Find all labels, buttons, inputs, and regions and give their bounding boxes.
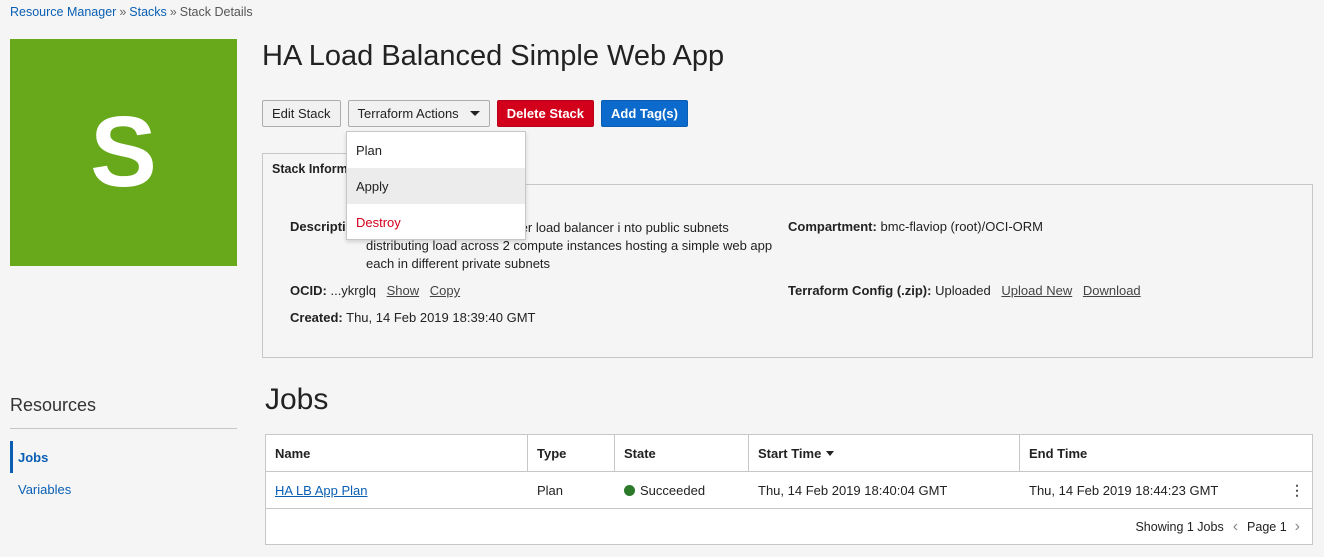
add-tags-label: Add Tag(s) — [611, 106, 678, 121]
page-title: HA Load Balanced Simple Web App — [262, 40, 725, 72]
resources-heading: Resources — [10, 395, 97, 415]
column-header-type[interactable]: Type — [528, 435, 615, 471]
column-header-name[interactable]: Name — [266, 435, 528, 471]
job-name-link[interactable]: HA LB App Plan — [275, 483, 368, 498]
job-state-value: Succeeded — [640, 482, 706, 498]
menu-item-apply[interactable]: Apply — [347, 168, 525, 204]
table-row: HA LB App Plan Plan Succeeded Thu, 14 Fe… — [266, 472, 1312, 509]
chevron-right-icon[interactable]: › — [1295, 518, 1300, 536]
ocid-show-link[interactable]: Show — [387, 283, 420, 298]
sort-down-icon — [826, 450, 835, 456]
job-start-cell: Thu, 14 Feb 2019 18:40:04 GMT — [758, 482, 948, 498]
edit-stack-label: Edit Stack — [272, 106, 331, 121]
ocid-value: ...ykrglq — [330, 283, 376, 298]
column-header-state[interactable]: State — [615, 435, 749, 471]
column-header-end-time[interactable]: End Time — [1020, 435, 1312, 471]
sidebar-item-variables[interactable]: Variables — [10, 473, 237, 505]
job-state-cell: Succeeded — [615, 472, 749, 508]
created-field: Created: Thu, 14 Feb 2019 18:39:40 GMT — [290, 310, 535, 325]
terraform-actions-button[interactable]: Terraform Actions — [347, 100, 490, 127]
breadcrumb-separator: » — [169, 5, 177, 19]
sidebar-item-jobs[interactable]: Jobs — [10, 441, 237, 473]
menu-item-plan[interactable]: Plan — [347, 132, 525, 168]
delete-stack-label: Delete Stack — [506, 106, 585, 121]
menu-item-destroy[interactable]: Destroy — [347, 204, 525, 240]
jobs-table: Name Type State Start Time End Time HA L… — [265, 434, 1313, 545]
delete-stack-button[interactable]: Delete Stack — [496, 100, 595, 127]
edit-stack-button[interactable]: Edit Stack — [262, 100, 341, 127]
ocid-copy-link[interactable]: Copy — [430, 283, 460, 298]
download-link[interactable]: Download — [1083, 283, 1141, 298]
action-toolbar: Edit Stack Terraform Actions Delete Stac… — [262, 100, 688, 127]
terraform-actions-menu: Plan Apply Destroy — [346, 131, 526, 240]
job-type-cell: Plan — [537, 482, 564, 498]
ocid-label: OCID: — [290, 283, 327, 298]
ocid-field: OCID: ...ykrglq Show Copy — [290, 283, 460, 298]
kebab-menu-icon[interactable]: ⋮ — [1290, 483, 1304, 497]
upload-new-link[interactable]: Upload New — [1001, 283, 1072, 298]
breadcrumb: Resource Manager» Stacks» Stack Details — [10, 5, 253, 19]
created-value: Thu, 14 Feb 2019 18:39:40 GMT — [346, 310, 536, 325]
column-header-start-time[interactable]: Start Time — [749, 435, 1020, 471]
description-label: Descriptio — [290, 219, 354, 234]
resources-divider — [10, 428, 237, 429]
start-time-label: Start Time — [758, 445, 822, 461]
breadcrumb-current: Stack Details — [179, 5, 253, 19]
job-name-cell: HA LB App Plan — [266, 472, 528, 508]
add-tags-button[interactable]: Add Tag(s) — [601, 100, 688, 127]
compartment-value: bmc-flaviop (root)/OCI-ORM — [880, 219, 1043, 234]
job-end-cell: Thu, 14 Feb 2019 18:44:23 GMT ⋮ — [1020, 472, 1312, 508]
jobs-count: Showing 1 Jobs — [1135, 519, 1224, 534]
job-end-value: Thu, 14 Feb 2019 18:44:23 GMT — [1029, 482, 1219, 498]
jobs-heading: Jobs — [265, 383, 329, 416]
page-indicator: Page 1 — [1247, 519, 1287, 534]
terraform-config-field: Terraform Config (.zip): Uploaded Upload… — [788, 283, 1141, 298]
breadcrumb-resource-manager[interactable]: Resource Manager — [10, 5, 116, 19]
table-footer: Showing 1 Jobs ‹ Page 1 › — [266, 509, 1312, 544]
created-label: Created: — [290, 310, 343, 325]
terraform-config-label: Terraform Config (.zip): — [788, 283, 932, 298]
terraform-config-value: Uploaded — [935, 283, 991, 298]
stack-avatar: S — [10, 39, 237, 266]
success-status-icon — [624, 484, 635, 496]
breadcrumb-stacks[interactable]: Stacks — [129, 5, 167, 19]
chevron-down-icon — [469, 111, 480, 116]
compartment-field: Compartment: bmc-flaviop (root)/OCI-ORM — [788, 219, 1043, 234]
breadcrumb-separator: » — [119, 5, 127, 19]
chevron-left-icon[interactable]: ‹ — [1233, 518, 1238, 536]
terraform-actions-label: Terraform Actions — [357, 106, 459, 121]
compartment-label: Compartment: — [788, 219, 877, 234]
table-header: Name Type State Start Time End Time — [266, 435, 1312, 472]
